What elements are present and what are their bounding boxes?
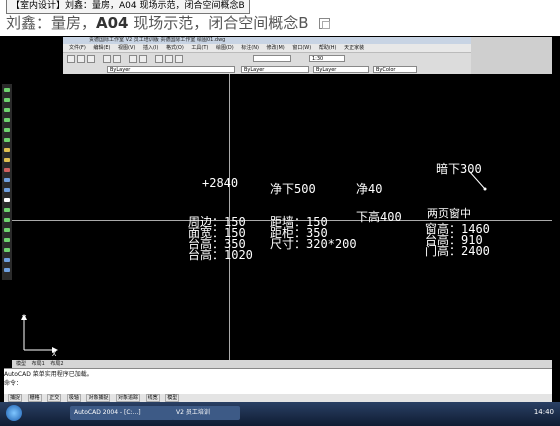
command-history: AutoCAD 菜单实用程序已加载。 <box>4 371 93 378</box>
hatch-icon[interactable] <box>4 168 10 172</box>
zoom-icon[interactable] <box>139 55 147 63</box>
taskbar-autocad[interactable]: AutoCAD 2004 - [C:...] <box>70 406 174 420</box>
leader-arrow <box>468 170 487 191</box>
mid-line-3[interactable]: 尺寸：320*200 <box>270 235 357 252</box>
video-letterbox <box>471 37 552 74</box>
mirror-icon[interactable] <box>4 218 10 222</box>
open-icon[interactable] <box>77 55 85 63</box>
table-icon[interactable] <box>4 188 10 192</box>
command-window[interactable]: AutoCAD 菜单实用程序已加载。 命令： <box>4 368 552 395</box>
page-title: 刘鑫：量房，A04 现场示范，闭合空间概念B <box>6 12 331 33</box>
tab-model[interactable]: 模型 <box>16 361 26 367</box>
layer-select[interactable]: ByLayer <box>107 66 235 73</box>
layer-combo[interactable] <box>253 55 291 62</box>
status-polar[interactable]: 极轴 <box>66 394 81 402</box>
page-header: 【室内设计】刘鑫：量房，A04 现场示范，闭合空间概念B 刘鑫：量房，A04 现… <box>0 0 560 36</box>
center-label[interactable]: 两页窗中 <box>427 205 471 221</box>
menu-help[interactable]: 帮助(H) <box>319 45 337 51</box>
start-button[interactable] <box>6 405 22 421</box>
taskbar-training[interactable]: V2 员工培训 <box>172 406 240 420</box>
scale-combo[interactable]: 1:30 <box>309 55 345 62</box>
polyline-icon[interactable] <box>4 98 10 102</box>
move-icon[interactable] <box>4 238 10 242</box>
status-snap[interactable]: 捕捉 <box>8 394 23 402</box>
menu-edit[interactable]: 编辑(E) <box>93 45 110 51</box>
rectangle-icon[interactable] <box>4 108 10 112</box>
trim-icon[interactable] <box>4 258 10 262</box>
menu-modify[interactable]: 修改(M) <box>267 45 285 51</box>
status-ortho[interactable]: 正交 <box>47 394 62 402</box>
label-40[interactable]: 净40 <box>356 180 382 197</box>
menu-draw[interactable]: 绘图(D) <box>216 45 234 51</box>
label-500[interactable]: 净下500 <box>270 180 316 197</box>
lineweight-select[interactable]: ByLayer <box>313 66 369 73</box>
status-bar: 捕捉 栅格 正交 极轴 对象捕捉 对象追踪 线宽 模型 <box>4 394 552 402</box>
menu-insert[interactable]: 插入(I) <box>143 45 158 51</box>
label-400[interactable]: 下高400 <box>356 208 402 225</box>
region-icon[interactable] <box>4 178 10 182</box>
point-icon[interactable] <box>4 158 10 162</box>
offset-icon[interactable] <box>4 228 10 232</box>
color-select[interactable]: ByColor <box>373 66 417 73</box>
menu-format[interactable]: 格式(O) <box>166 45 184 51</box>
ucs-y-label: Y <box>22 314 27 322</box>
draw-toolbar <box>2 84 12 280</box>
new-icon[interactable] <box>67 55 75 63</box>
dim-2840-label[interactable]: +2840 <box>202 176 238 190</box>
status-lwt[interactable]: 线宽 <box>145 394 160 402</box>
pan-icon[interactable] <box>129 55 137 63</box>
text-icon[interactable] <box>4 198 10 202</box>
windows-taskbar: AutoCAD 2004 - [C:...] V2 员工培训 14:40 <box>0 402 560 426</box>
title-bold: A04 <box>96 14 129 32</box>
menu-window[interactable]: 窗口(W) <box>292 45 311 51</box>
save-icon[interactable] <box>87 55 95 63</box>
redo-icon[interactable] <box>113 55 121 63</box>
status-grid[interactable]: 栅格 <box>27 394 42 402</box>
copy-obj-icon[interactable] <box>4 208 10 212</box>
title-suffix: 现场示范，闭合空间概念B <box>128 14 309 32</box>
arc-icon[interactable] <box>4 118 10 122</box>
linetype-select[interactable]: ByLayer <box>241 66 309 73</box>
title-prefix: 刘鑫：量房， <box>6 14 97 32</box>
tab-layout1[interactable]: 布局1 <box>32 361 45 367</box>
design-center-icon[interactable] <box>165 55 173 63</box>
ucs-x-label: X <box>52 350 57 358</box>
undo-icon[interactable] <box>103 55 111 63</box>
menu-tools[interactable]: 工具(T) <box>191 45 208 51</box>
menu-dimension[interactable]: 标注(N) <box>241 45 259 51</box>
status-model[interactable]: 模型 <box>165 394 180 402</box>
extend-icon[interactable] <box>4 268 10 272</box>
right-line-3[interactable]: 门高：2400 <box>425 242 490 259</box>
taskbar-clock: 14:40 <box>533 408 554 416</box>
menu-bar: 文件(F) 编辑(E) 视图(V) 插入(I) 格式(O) 工具(T) 绘图(D… <box>63 44 471 52</box>
block-icon[interactable] <box>4 148 10 152</box>
layer-icon[interactable] <box>175 55 183 63</box>
menu-view[interactable]: 视图(V) <box>118 45 135 51</box>
spline-icon[interactable] <box>4 138 10 142</box>
copy-icon[interactable] <box>319 18 331 29</box>
window-titlebar: 贵德国际工作室 V2 员工培训版 贵德国际工作室 绘图01.dwg <box>63 37 471 44</box>
tab-layout2[interactable]: 布局2 <box>50 361 63 367</box>
drawing-canvas[interactable]: +2840 净下500 净40 暗下300 下高400 两页窗中 周边：150 … <box>12 74 552 360</box>
left-line-4[interactable]: 台高：1020 <box>188 246 253 263</box>
circle-icon[interactable] <box>4 128 10 132</box>
command-prompt[interactable]: 命令： <box>4 378 552 387</box>
layout-tabs: 模型 布局1 布局2 <box>12 360 552 368</box>
status-osnap[interactable]: 对象捕捉 <box>86 394 111 402</box>
menu-tianzheng[interactable]: 天正家装 <box>344 45 364 51</box>
line-icon[interactable] <box>4 88 10 92</box>
status-otrack[interactable]: 对象追踪 <box>116 394 141 402</box>
rotate-icon[interactable] <box>4 248 10 252</box>
properties-icon[interactable] <box>155 55 163 63</box>
menu-file[interactable]: 文件(F) <box>69 45 86 51</box>
